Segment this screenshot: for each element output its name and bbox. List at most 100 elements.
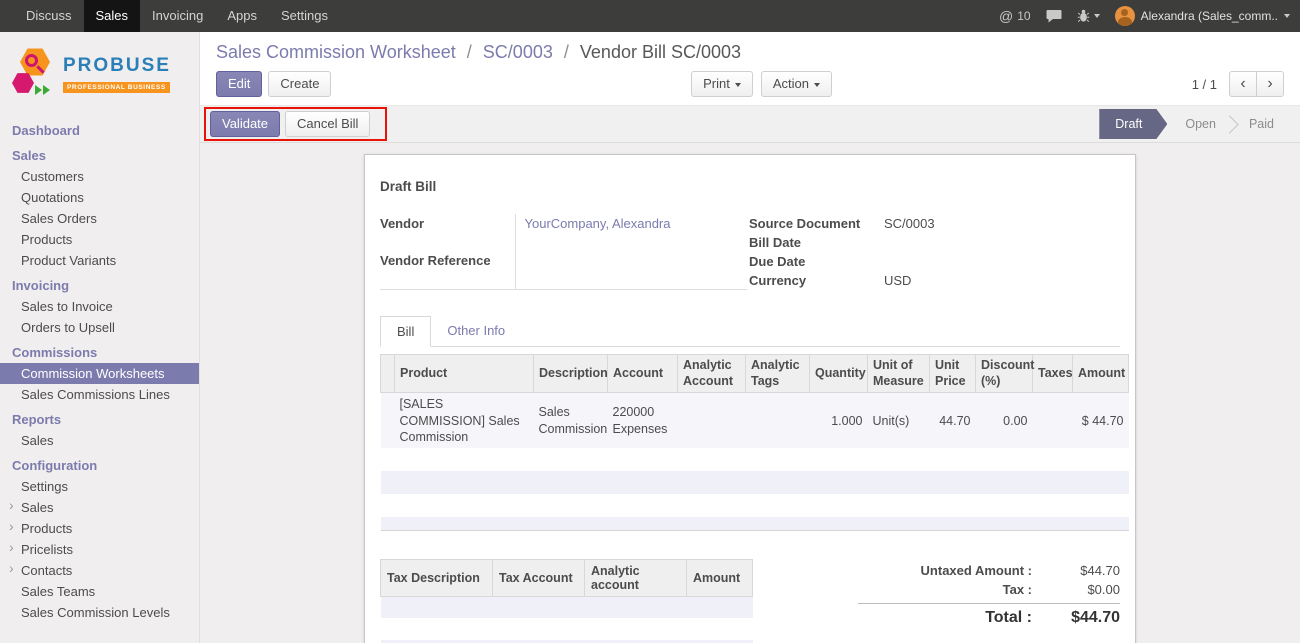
column-header-handle: [381, 355, 395, 393]
sidebar-item-sales-commission-levels[interactable]: Sales Commission Levels: [0, 602, 199, 623]
sidebar: PROBUSE PROFESSIONAL BUSINESS Dashboard …: [0, 32, 200, 643]
cell-unit-of-measure: Unit(s): [868, 393, 930, 448]
sidebar-item-settings[interactable]: Settings: [0, 476, 199, 497]
nav-sales[interactable]: Sales: [84, 0, 141, 32]
nav-apps[interactable]: Apps: [215, 0, 269, 32]
sidebar-item-orders-to-upsell[interactable]: Orders to Upsell: [0, 317, 199, 338]
bill-date-label: Bill Date: [749, 233, 884, 252]
column-header-quantity[interactable]: Quantity: [810, 355, 868, 393]
sidebar-item-sales-commissions-lines[interactable]: Sales Commissions Lines: [0, 384, 199, 405]
column-header-taxes[interactable]: Taxes: [1033, 355, 1073, 393]
notebook-tabs: Bill Other Info: [380, 316, 1120, 347]
column-header-discount[interactable]: Discount (%): [976, 355, 1033, 393]
messages-button[interactable]: [1046, 9, 1062, 23]
breadcrumb-worksheet-link[interactable]: Sales Commission Worksheet: [216, 42, 456, 62]
caret-down-icon: [814, 83, 820, 87]
status-step-paid[interactable]: Paid: [1233, 109, 1290, 139]
sidebar-section-commissions[interactable]: Commissions: [0, 341, 199, 363]
column-header-description[interactable]: Description: [534, 355, 608, 393]
sidebar-item-commission-worksheets[interactable]: Commission Worksheets: [0, 363, 199, 384]
breadcrumb-current: Vendor Bill SC/0003: [580, 42, 741, 62]
total-label: Total :: [858, 609, 1050, 627]
cell-handle: [381, 393, 395, 448]
nav-settings[interactable]: Settings: [269, 0, 340, 32]
sidebar-item-config-sales[interactable]: ›Sales: [0, 497, 199, 518]
column-header-product[interactable]: Product: [395, 355, 534, 393]
source-document-value: SC/0003: [884, 214, 1120, 233]
user-menu[interactable]: Alexandra (Sales_comm..: [1115, 6, 1290, 26]
sidebar-item-customers[interactable]: Customers: [0, 166, 199, 187]
sidebar-section-configuration[interactable]: Configuration: [0, 454, 199, 476]
pager-previous-button[interactable]: ‹: [1229, 71, 1257, 97]
vendor-link[interactable]: YourCompany, Alexandra: [525, 216, 671, 231]
totals-block: Untaxed Amount : $44.70 Tax : $0.00 Tota…: [858, 559, 1120, 629]
at-icon: @: [999, 8, 1013, 24]
status-step-draft[interactable]: Draft: [1099, 109, 1167, 139]
topbar-right: @ 10 Alexandra (Sales_comm..: [999, 0, 1300, 32]
due-date-value: [884, 252, 1120, 271]
sidebar-item-quotations[interactable]: Quotations: [0, 187, 199, 208]
control-panel-buttons: Edit Create Print Action 1 / 1 ‹ ›: [216, 71, 1284, 97]
column-header-tax-amount: Amount: [687, 559, 753, 596]
form-statusbar: Validate Cancel Bill Draft Open Paid: [200, 105, 1300, 143]
expand-arrow-icon: ›: [9, 540, 14, 555]
sidebar-item-products[interactable]: Products: [0, 229, 199, 250]
sidebar-section-reports[interactable]: Reports: [0, 408, 199, 430]
print-menu-button[interactable]: Print: [691, 71, 753, 97]
secondary-menu: Dashboard Sales Customers Quotations Sal…: [0, 119, 199, 623]
source-document-label: Source Document: [749, 214, 884, 233]
sidebar-item-sales-orders[interactable]: Sales Orders: [0, 208, 199, 229]
sidebar-item-product-variants[interactable]: Product Variants: [0, 250, 199, 271]
edit-button[interactable]: Edit: [216, 71, 262, 97]
logo-hexagons-icon: [10, 45, 56, 103]
breadcrumb-separator: /: [467, 42, 472, 62]
annotation-highlight-box: Validate Cancel Bill: [204, 107, 387, 141]
sidebar-item-config-products[interactable]: ›Products: [0, 518, 199, 539]
probuse-logo[interactable]: PROBUSE PROFESSIONAL BUSINESS: [0, 32, 199, 116]
tax-value: $0.00: [1050, 582, 1120, 597]
magnifier-icon: [25, 54, 38, 67]
nav-discuss[interactable]: Discuss: [14, 0, 84, 32]
nav-invoicing[interactable]: Invoicing: [140, 0, 215, 32]
cell-account: 220000 Expenses: [608, 393, 678, 448]
column-header-analytic-tags[interactable]: Analytic Tags: [746, 355, 810, 393]
pager-next-button[interactable]: ›: [1256, 71, 1284, 97]
action-menu-button[interactable]: Action: [761, 71, 832, 97]
column-header-analytic-account[interactable]: Analytic Account: [678, 355, 746, 393]
invoice-line-row[interactable]: [SALES COMMISSION] Sales Commission Sale…: [381, 393, 1129, 448]
tax-label: Tax :: [858, 582, 1050, 597]
expand-arrow-icon: ›: [9, 561, 14, 576]
form-view-area: Draft Bill Vendor YourCompany, Alexandra…: [200, 143, 1300, 643]
debug-menu-button[interactable]: [1077, 9, 1100, 23]
column-header-unit-price[interactable]: Unit Price: [930, 355, 976, 393]
sidebar-item-sales-to-invoice[interactable]: Sales to Invoice: [0, 296, 199, 317]
vendor-label: Vendor: [380, 214, 515, 251]
mentions-button[interactable]: @ 10: [999, 8, 1031, 24]
empty-tax-row: [381, 618, 753, 640]
sidebar-item-reports-sales[interactable]: Sales: [0, 430, 199, 451]
breadcrumb-record-link[interactable]: SC/0003: [483, 42, 553, 62]
column-header-unit-of-measure[interactable]: Unit of Measure: [868, 355, 930, 393]
sidebar-section-dashboard[interactable]: Dashboard: [0, 119, 199, 141]
sidebar-item-config-pricelists[interactable]: ›Pricelists: [0, 539, 199, 560]
validate-button[interactable]: Validate: [210, 111, 280, 137]
sidebar-item-sales-teams[interactable]: Sales Teams: [0, 581, 199, 602]
cancel-bill-button[interactable]: Cancel Bill: [285, 111, 370, 137]
tab-bill[interactable]: Bill: [380, 316, 431, 347]
column-header-account[interactable]: Account: [608, 355, 678, 393]
sidebar-item-config-contacts[interactable]: ›Contacts: [0, 560, 199, 581]
create-button[interactable]: Create: [268, 71, 331, 97]
lines-header-row: Product Description Account Analytic Acc…: [381, 355, 1129, 393]
form-sheet: Draft Bill Vendor YourCompany, Alexandra…: [364, 154, 1136, 643]
sidebar-section-invoicing[interactable]: Invoicing: [0, 274, 199, 296]
right-field-group: Source Document SC/0003 Bill Date Due Da…: [749, 214, 1120, 290]
left-field-group: Vendor YourCompany, Alexandra Vendor Ref…: [380, 214, 747, 290]
cell-description: Sales Commission: [534, 393, 608, 448]
total-row: Total : $44.70: [858, 603, 1120, 629]
tab-other-info[interactable]: Other Info: [431, 316, 521, 347]
sidebar-section-sales[interactable]: Sales: [0, 144, 199, 166]
bug-icon: [1077, 9, 1090, 23]
cell-amount: $ 44.70: [1073, 393, 1129, 448]
empty-line-row: [381, 494, 1129, 517]
column-header-amount[interactable]: Amount: [1073, 355, 1129, 393]
